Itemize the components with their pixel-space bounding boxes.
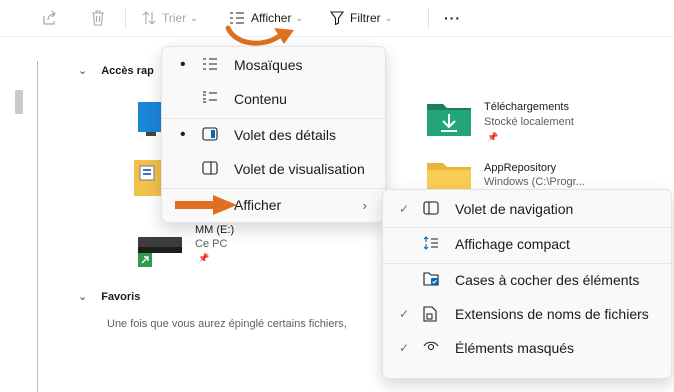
menu-item-label: Affichage compact <box>455 236 570 252</box>
details-pane-icon <box>202 127 218 141</box>
favorites-title: Favoris <box>101 290 141 303</box>
sort-button[interactable]: Trier ⌄ <box>142 8 198 28</box>
sort-icon <box>142 11 156 25</box>
view-list-icon <box>229 11 245 25</box>
menu-item-label: Extensions de noms de fichiers <box>455 306 649 322</box>
checkmark-icon: ✓ <box>399 202 410 216</box>
command-bar: Trier ⌄ Afficher ⌄ Filtrer ⌄ ··· <box>0 0 674 36</box>
chevron-down-icon: ⌄ <box>190 12 198 23</box>
delete-button[interactable] <box>91 8 105 28</box>
menu-item-label: Volet de navigation <box>455 201 574 217</box>
menu-item-label: Contenu <box>234 91 287 107</box>
content-icon <box>202 91 218 105</box>
checkmark-icon: ✓ <box>399 341 410 355</box>
selected-bullet-icon: • <box>180 56 186 73</box>
menu-item-tiles[interactable]: • Mosaïques <box>162 48 385 82</box>
sort-label: Trier <box>162 11 187 25</box>
menu-item-label: Mosaïques <box>234 57 303 73</box>
downloads-name: Téléchargements <box>484 101 569 113</box>
more-options-button[interactable]: ··· <box>444 8 461 28</box>
menu-item-label: Volet des détails <box>234 127 336 143</box>
view-label: Afficher <box>251 11 292 25</box>
menu-item-item-checkboxes[interactable]: Cases à cocher des éléments <box>383 263 671 297</box>
favorites-header[interactable]: ⌄ Favoris <box>78 290 141 304</box>
filter-label: Filtrer <box>350 11 381 25</box>
hidden-items-icon <box>423 340 439 352</box>
downloads-location: Stocké localement <box>484 116 574 128</box>
filter-icon <box>330 11 344 25</box>
menu-item-preview-pane[interactable]: Volet de visualisation <box>162 152 385 186</box>
menu-item-label: Afficher <box>234 197 282 213</box>
menu-item-compact-view[interactable]: Affichage compact <box>383 227 671 261</box>
toolbar-divider <box>428 8 429 28</box>
menu-item-label: Cases à cocher des éléments <box>455 272 640 288</box>
tiles-icon <box>202 57 218 71</box>
share-icon <box>42 10 58 26</box>
navigation-pane-icon <box>423 201 439 215</box>
selected-bullet-icon: • <box>180 126 186 143</box>
drive-icon[interactable] <box>136 233 184 267</box>
preview-pane-icon <box>202 161 218 175</box>
drive-location: Ce PC <box>195 238 228 250</box>
menu-item-hidden-items[interactable]: ✓ Éléments masqués <box>383 331 671 365</box>
pin-icon: 📌 <box>198 253 210 263</box>
share-button[interactable] <box>42 8 58 28</box>
folder-icon[interactable] <box>427 163 471 191</box>
drive-name: MM (E:) <box>195 224 235 236</box>
navigation-pane-border <box>37 61 38 392</box>
trash-icon <box>91 10 105 26</box>
checkmark-icon: ✓ <box>399 307 410 321</box>
menu-item-content[interactable]: Contenu <box>162 82 385 116</box>
menu-item-label: Volet de visualisation <box>234 161 365 177</box>
pin-icon: 📌 <box>487 132 499 142</box>
straight-arrow-annotation <box>175 195 237 215</box>
quick-access-title: Accès rap <box>101 64 154 77</box>
toolbar-border <box>0 36 674 37</box>
filter-button[interactable]: Filtrer ⌄ <box>330 8 392 28</box>
chevron-down-icon: ⌄ <box>295 12 304 23</box>
downloads-folder-icon[interactable] <box>427 100 471 136</box>
toolbar-divider <box>125 8 126 28</box>
chevron-right-icon: › <box>362 197 367 213</box>
quick-access-header[interactable]: ⌄ Accès rap <box>78 64 154 78</box>
menu-item-details-pane[interactable]: • Volet des détails <box>162 118 385 152</box>
chevron-down-icon: ⌄ <box>78 291 88 303</box>
chevron-down-icon: ⌄ <box>78 65 88 77</box>
chevron-down-icon: ⌄ <box>384 12 393 23</box>
scrollbar-thumb[interactable] <box>15 90 23 114</box>
show-submenu: ✓ Volet de navigation Affichage compact … <box>382 189 672 379</box>
compact-view-icon <box>423 236 439 250</box>
document-folder-icon <box>134 156 162 196</box>
apprepo-name: AppRepository <box>484 162 557 174</box>
favorites-empty-hint: Une fois que vous aurez épinglé certains… <box>107 318 347 330</box>
menu-item-file-extensions[interactable]: ✓ Extensions de noms de fichiers <box>383 297 671 331</box>
menu-item-label: Éléments masqués <box>455 340 575 356</box>
item-checkbox-icon <box>423 272 439 286</box>
menu-item-navigation-pane[interactable]: ✓ Volet de navigation <box>383 192 671 226</box>
apprepo-location: Windows (C:\Progr... <box>484 176 585 188</box>
file-extension-icon <box>423 306 437 322</box>
